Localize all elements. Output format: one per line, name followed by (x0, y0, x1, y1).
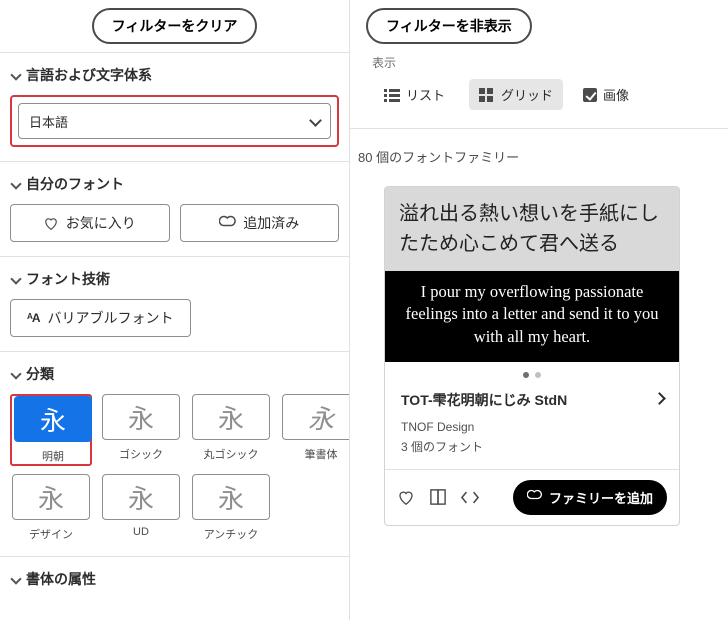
card-footer: ファミリーを追加 (385, 469, 679, 525)
variable-font-button[interactable]: ᴬA バリアブルフォント (10, 299, 191, 337)
checkbox-checked-icon (583, 88, 597, 102)
chevron-right-icon (655, 394, 665, 404)
section-my-fonts: 自分のフォント お気に入り 追加済み (0, 162, 349, 257)
view-label: 表示 (366, 54, 712, 71)
language-selected-value: 日本語 (29, 112, 68, 131)
main-top-bar: フィルターを非表示 (350, 0, 728, 50)
chevron-down-icon (10, 70, 20, 80)
images-checkbox-wrap[interactable]: 画像 (583, 85, 629, 104)
section-title: 書体の属性 (26, 569, 96, 589)
chevron-down-icon (10, 574, 20, 584)
variable-font-label: バリアブルフォント (48, 308, 174, 328)
heart-icon (44, 217, 58, 230)
view-grid-label: グリッド (501, 85, 553, 104)
section-title: フォント技術 (26, 269, 110, 289)
classification-glyph: 永 (192, 474, 270, 520)
classification-highlight-box: 永 明朝 (10, 394, 92, 466)
chevron-down-icon (310, 116, 320, 126)
carousel-dots (385, 362, 679, 386)
clear-filters-row: フィルターをクリア (0, 8, 349, 53)
section-header-classification[interactable]: 分類 (10, 364, 339, 384)
section-typeface-props: 書体の属性 (0, 557, 349, 603)
add-family-button[interactable]: ファミリーを追加 (513, 480, 667, 515)
sample-text-jp: 溢れ出る熱い想いを手紙にしたため心こめて君へ送る (385, 187, 679, 271)
section-header-my-fonts[interactable]: 自分のフォント (10, 174, 339, 194)
result-count: 80 個のフォントファミリー (350, 129, 728, 186)
section-title: 分類 (26, 364, 54, 384)
filter-sidebar: フィルターをクリア 言語および文字体系 日本語 自分のフォント お気に入り (0, 0, 350, 620)
creative-cloud-icon (527, 489, 543, 505)
added-button[interactable]: 追加済み (180, 204, 340, 242)
grid-icon (479, 88, 495, 102)
language-highlight-box: 日本語 (10, 95, 339, 147)
clear-filters-button[interactable]: フィルターをクリア (92, 8, 258, 44)
card-body[interactable]: TOT-雫花明朝にじみ StdN TNOF Design 3 個のフォント (385, 386, 679, 469)
section-language: 言語および文字体系 日本語 (0, 53, 349, 162)
classification-glyph: 永 (102, 394, 180, 440)
classification-tile-design[interactable]: 永 デザイン (10, 474, 92, 542)
main-panel: フィルターを非表示 表示 リスト (350, 0, 728, 620)
favorite-button[interactable] (397, 488, 415, 506)
classification-label: UD (133, 526, 149, 538)
classification-glyph: 永 (12, 474, 90, 520)
variable-font-icon: ᴬA (27, 311, 40, 325)
code-button[interactable] (461, 488, 479, 506)
section-title: 自分のフォント (26, 174, 124, 194)
classification-label: ゴシック (119, 446, 163, 462)
classification-label: アンチック (204, 526, 259, 542)
classification-glyph: 永 (282, 394, 350, 440)
favorites-button[interactable]: お気に入り (10, 204, 170, 242)
hide-filters-button[interactable]: フィルターを非表示 (366, 8, 532, 44)
font-tech-buttons: ᴬA バリアブルフォント (10, 299, 339, 337)
classification-label: 筆書体 (305, 446, 338, 462)
font-count: 3 個のフォント (401, 438, 663, 455)
sample-text-en: I pour my overflowing passionate feeling… (385, 271, 679, 362)
view-bar: 表示 リスト グリッド (350, 50, 728, 129)
carousel-dot[interactable] (523, 372, 529, 378)
chevron-down-icon (10, 179, 20, 189)
font-family-card: 溢れ出る熱い想いを手紙にしたため心こめて君へ送る I pour my overf… (384, 186, 680, 526)
classification-grid-row2: 永 デザイン 永 UD 永 アンチック (10, 474, 339, 542)
carousel-dot[interactable] (535, 372, 541, 378)
view-list-label: リスト (406, 85, 445, 104)
classification-tile-gothic[interactable]: 永 ゴシック (100, 394, 182, 466)
list-icon (384, 88, 400, 102)
favorites-label: お気に入り (66, 213, 136, 233)
classification-glyph: 永 (102, 474, 180, 520)
classification-tile-mincho[interactable]: 永 明朝 (12, 396, 94, 464)
classification-tile-marugothic[interactable]: 永 丸ゴシック (190, 394, 272, 466)
images-label: 画像 (603, 85, 629, 104)
classification-label: デザイン (29, 526, 73, 542)
classification-label: 明朝 (42, 448, 64, 464)
classification-tile-ud[interactable]: 永 UD (100, 474, 182, 542)
view-list-button[interactable]: リスト (374, 79, 455, 110)
section-header-font-tech[interactable]: フォント技術 (10, 269, 339, 289)
foundry-name: TNOF Design (401, 420, 663, 434)
font-family-name: TOT-雫花明朝にじみ StdN (401, 390, 663, 410)
classification-tile-brush[interactable]: 永 筆書体 (280, 394, 350, 466)
chevron-down-icon (10, 369, 20, 379)
view-grid-button[interactable]: グリッド (469, 79, 563, 110)
classification-label: 丸ゴシック (204, 446, 259, 462)
added-label: 追加済み (243, 213, 299, 233)
add-family-label: ファミリーを追加 (549, 488, 653, 507)
view-row: リスト グリッド 画像 (366, 79, 712, 110)
section-title: 言語および文字体系 (26, 65, 152, 85)
classification-glyph: 永 (14, 396, 92, 442)
section-classification: 分類 永 明朝 永 ゴシック 永 丸ゴシック 永 筆書体 (0, 352, 349, 557)
language-select[interactable]: 日本語 (18, 103, 331, 139)
classification-tile-antique[interactable]: 永 アンチック (190, 474, 272, 542)
section-header-language[interactable]: 言語および文字体系 (10, 65, 339, 85)
creative-cloud-icon (219, 215, 235, 231)
section-font-tech: フォント技術 ᴬA バリアブルフォント (0, 257, 349, 352)
classification-grid: 永 明朝 永 ゴシック 永 丸ゴシック 永 筆書体 (10, 394, 339, 466)
classification-glyph: 永 (192, 394, 270, 440)
compare-button[interactable] (429, 488, 447, 506)
my-fonts-buttons: お気に入り 追加済み (10, 204, 339, 242)
section-header-typeface-props[interactable]: 書体の属性 (10, 569, 339, 589)
chevron-down-icon (10, 274, 20, 284)
